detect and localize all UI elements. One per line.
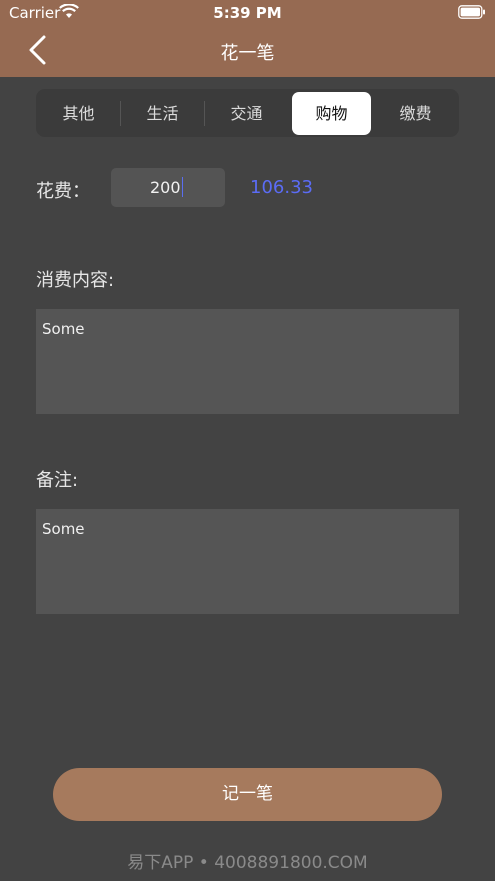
- amount-value: 200: [149, 178, 181, 197]
- category-tab-bills[interactable]: 缴费: [376, 92, 455, 135]
- app-header: Carrier 5:39 PM 花一笔: [0, 0, 495, 77]
- category-tab-transport[interactable]: 交通: [207, 92, 286, 135]
- note-textarea[interactable]: Some: [36, 509, 459, 614]
- amount-input[interactable]: 200: [111, 168, 225, 207]
- amount-label: 花费：: [36, 181, 90, 202]
- category-segmented-control: 其他 生活 交通 购物 缴费: [36, 89, 459, 137]
- category-tab-other[interactable]: 其他: [39, 92, 118, 135]
- content-textarea[interactable]: Some: [36, 309, 459, 414]
- status-time: 5:39 PM: [213, 4, 282, 22]
- status-bar: Carrier 5:39 PM: [0, 0, 495, 26]
- converted-amount: 106.33: [250, 177, 313, 198]
- watermark-text: 易下APP • 4008891800.COM: [127, 853, 368, 873]
- category-tab-life[interactable]: 生活: [123, 92, 202, 135]
- segment-divider: [204, 101, 205, 126]
- category-tab-shopping[interactable]: 购物: [292, 92, 371, 135]
- text-caret: [181, 177, 183, 197]
- content-label: 消费内容:: [36, 270, 115, 291]
- note-label: 备注:: [36, 470, 79, 491]
- page-title: 花一笔: [220, 43, 275, 64]
- submit-record-button[interactable]: 记一笔: [53, 768, 442, 821]
- segment-divider: [120, 101, 121, 126]
- battery-icon: [458, 5, 486, 23]
